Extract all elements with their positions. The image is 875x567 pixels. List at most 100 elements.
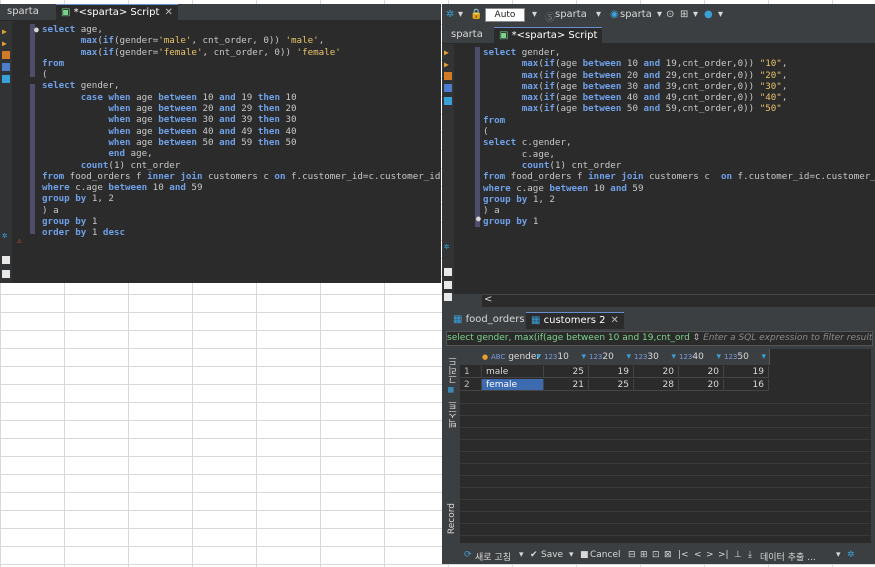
code-line[interactable]: ) a bbox=[483, 205, 500, 216]
copy-row-icon[interactable]: ⊡ bbox=[652, 550, 660, 560]
delete-row-icon[interactable]: ⊠ bbox=[664, 550, 672, 560]
cancel-icon[interactable]: ■ bbox=[580, 550, 589, 560]
console-icon[interactable] bbox=[2, 75, 10, 83]
format-icon[interactable] bbox=[444, 84, 452, 92]
explain-icon[interactable] bbox=[444, 72, 452, 80]
code-line[interactable]: max(if(age between 30 and 39,cnt_order,0… bbox=[483, 81, 788, 92]
close-icon[interactable]: ✕ bbox=[610, 315, 618, 326]
close-icon[interactable]: ✕ bbox=[164, 7, 172, 18]
table-cell[interactable]: 25 bbox=[544, 366, 589, 378]
prev-page-icon[interactable]: < bbox=[694, 550, 702, 560]
filter-history-icon[interactable]: ⇕ bbox=[693, 333, 703, 343]
table-cell[interactable]: 21 bbox=[544, 379, 589, 391]
code-line[interactable]: group by 1, 2 bbox=[483, 194, 555, 205]
dropdown-icon[interactable]: ▾ bbox=[657, 9, 662, 20]
file-icon[interactable] bbox=[444, 281, 452, 289]
export-icon[interactable]: ⤓ bbox=[748, 550, 752, 560]
record-view-tab[interactable]: Record bbox=[447, 503, 457, 534]
dropdown-icon[interactable]: ▾ bbox=[596, 9, 601, 20]
row-number[interactable]: 1 bbox=[460, 366, 482, 378]
horizontal-scrollbar[interactable]: < bbox=[482, 294, 875, 307]
code-line[interactable]: case when age between 10 and 19 then 10 bbox=[42, 92, 297, 103]
column-header-50[interactable]: 12350 ▾ bbox=[724, 349, 770, 365]
left-sql-code[interactable]: select age, max(if(gender='male', cnt_or… bbox=[42, 24, 440, 239]
sort-icon[interactable]: ▾ bbox=[761, 349, 766, 365]
code-line[interactable]: when age between 30 and 39 then 30 bbox=[42, 114, 296, 125]
row-number[interactable]: 2 bbox=[460, 379, 482, 391]
table-cell[interactable]: 19 bbox=[589, 366, 634, 378]
code-line[interactable]: where c.age between 10 and 59 bbox=[483, 183, 644, 194]
code-line[interactable]: count(1) cnt_order bbox=[483, 160, 622, 171]
file-icon[interactable] bbox=[2, 270, 10, 278]
table-cell[interactable]: 25 bbox=[589, 379, 634, 391]
run-icon[interactable]: ▶ bbox=[444, 48, 452, 57]
code-line[interactable]: from bbox=[42, 58, 64, 69]
table-cell[interactable]: 20 bbox=[634, 366, 679, 378]
table-cell[interactable]: 19 bbox=[724, 366, 769, 378]
code-line[interactable]: from food_orders f inner join customers … bbox=[483, 171, 875, 182]
dropdown-icon[interactable]: ▾ bbox=[569, 550, 574, 560]
network-icon[interactable]: ⊞ bbox=[680, 9, 688, 20]
file-icon[interactable] bbox=[2, 256, 10, 264]
scroll-left-icon[interactable]: < bbox=[484, 294, 492, 305]
commit-mode-select[interactable]: Auto bbox=[485, 8, 525, 22]
right-sql-code[interactable]: select gender, max(if(age between 10 and… bbox=[483, 47, 875, 228]
code-line[interactable]: when age between 40 and 49 then 40 bbox=[42, 126, 296, 137]
fold-icon[interactable]: ● bbox=[34, 26, 39, 34]
code-line[interactable]: max(if(gender='male', cnt_order, 0)) 'ma… bbox=[42, 35, 325, 46]
code-line[interactable]: ( bbox=[42, 69, 48, 80]
dropdown-icon[interactable]: ▾ bbox=[532, 9, 537, 20]
code-line[interactable]: count(1) cnt_order bbox=[42, 160, 181, 171]
sort-icon[interactable]: ▾ bbox=[581, 349, 586, 365]
tab-script[interactable]: ▣ *<sparta> Script ✕ bbox=[56, 4, 178, 21]
fold-icon[interactable]: ● bbox=[476, 215, 481, 223]
tab-customers[interactable]: ▦ customers 2 ✕ bbox=[526, 312, 624, 329]
code-line[interactable]: when age between 20 and 29 then 20 bbox=[42, 103, 296, 114]
save-button[interactable]: Save bbox=[541, 550, 563, 560]
datasource-select[interactable]: sparta bbox=[555, 9, 587, 20]
schema-select[interactable]: sparta bbox=[620, 9, 652, 20]
code-line[interactable]: max(if(age between 40 and 49,cnt_order,0… bbox=[483, 92, 788, 103]
explain-icon[interactable] bbox=[2, 51, 10, 59]
dropdown-icon[interactable]: ▾ bbox=[458, 9, 463, 20]
code-line[interactable]: from food_orders f inner join customers … bbox=[42, 171, 440, 182]
code-line[interactable]: max(if(gender='female', cnt_order, 0)) '… bbox=[42, 47, 341, 58]
code-line[interactable]: select c.gender, bbox=[483, 137, 572, 148]
code-line[interactable]: ( bbox=[483, 126, 489, 137]
gear-icon[interactable]: ✲ bbox=[444, 242, 452, 252]
first-page-icon[interactable]: |< bbox=[678, 550, 689, 560]
refresh-icon[interactable]: ⟳ bbox=[464, 550, 472, 560]
settings-icon[interactable]: ✲ bbox=[446, 9, 454, 20]
code-line[interactable]: select age, bbox=[42, 24, 103, 35]
column-header-10[interactable]: 12310 ▾ bbox=[544, 349, 590, 365]
datasource-icon[interactable]: Ⓢ bbox=[545, 9, 555, 24]
add-row-icon[interactable]: ⊞ bbox=[640, 550, 648, 560]
table-cell[interactable]: 20 bbox=[679, 366, 724, 378]
code-line[interactable]: select gender, bbox=[483, 47, 560, 58]
code-line[interactable]: group by 1 bbox=[483, 216, 538, 227]
code-line[interactable]: max(if(age between 10 and 19,cnt_order,0… bbox=[483, 58, 788, 69]
code-line[interactable]: end age, bbox=[42, 148, 152, 159]
sort-icon[interactable]: ▾ bbox=[626, 349, 631, 365]
file-icon[interactable] bbox=[444, 268, 452, 276]
run-statement-icon[interactable]: ▶ bbox=[444, 60, 452, 69]
code-line[interactable]: max(if(age between 20 and 29,cnt_order,0… bbox=[483, 70, 788, 81]
code-line[interactable]: from bbox=[483, 115, 505, 126]
schema-icon[interactable]: ◉ bbox=[610, 9, 619, 20]
sort-icon[interactable]: ▾ bbox=[536, 349, 541, 365]
refresh-button[interactable]: 새로 고침 bbox=[475, 550, 511, 563]
dropdown-icon[interactable]: ▾ bbox=[718, 9, 723, 20]
table-cell[interactable]: male bbox=[482, 366, 544, 378]
run-icon[interactable]: ▶ bbox=[2, 27, 10, 36]
sort-icon[interactable]: ▾ bbox=[671, 349, 676, 365]
code-line[interactable]: where c.age between 10 and 59 bbox=[42, 182, 203, 193]
gear-icon[interactable]: ✲ bbox=[847, 550, 855, 560]
console-icon[interactable] bbox=[444, 97, 452, 105]
run-statement-icon[interactable]: ▶ bbox=[2, 39, 10, 48]
column-header-30[interactable]: 12330 ▾ bbox=[634, 349, 680, 365]
edit-row-icon[interactable]: ⊟ bbox=[628, 550, 636, 560]
grid-view-tab[interactable]: 그리드 bbox=[447, 357, 460, 384]
code-line[interactable]: group by 1 bbox=[42, 216, 97, 227]
code-line[interactable]: c.age, bbox=[483, 149, 555, 160]
pin-icon[interactable]: ⊥ bbox=[734, 550, 742, 560]
